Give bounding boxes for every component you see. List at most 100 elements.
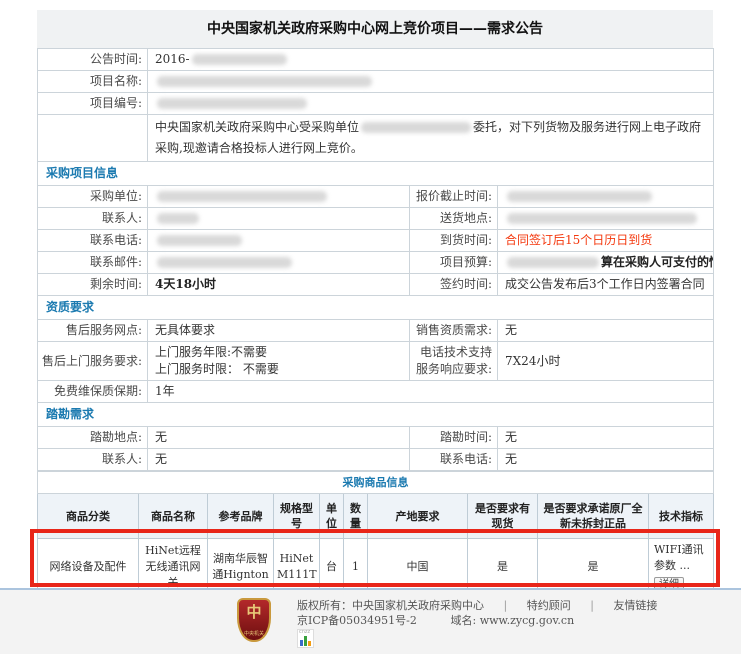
redacted-project-no xyxy=(157,98,307,109)
goods-data-row: 网络设备及配件 HiNet远程无线通讯网关 湖南华辰智通Hignton HiNe… xyxy=(38,539,714,596)
email-label: 联系邮件: xyxy=(38,252,148,274)
delivery-time-label: 到货时间: xyxy=(410,230,498,252)
section-survey: 踏勘需求 xyxy=(38,403,714,427)
domain-text: 域名: www.zycg.gov.cn xyxy=(451,614,575,627)
cell-tech-spec: WIFI通讯参数 ... 详细 xyxy=(649,539,714,596)
col-origin: 产地要求 xyxy=(368,494,468,539)
sales-qualification-value: 无 xyxy=(498,320,714,342)
section-row: 资质要求 xyxy=(38,296,714,320)
table-row: 剩余时间: 4天18小时 签约时间: 成交公告发布后3个工作日内签署合同 xyxy=(38,274,714,296)
redacted-project-name xyxy=(157,76,372,87)
cell-unit: 台 xyxy=(320,539,344,596)
project-no-label: 项目编号: xyxy=(38,93,148,115)
budget-label: 项目预算: xyxy=(410,252,498,274)
cell-brand-new: 是 xyxy=(538,539,649,596)
sales-qualification-label: 销售资质需求: xyxy=(410,320,498,342)
cnzz-stats-badge-icon[interactable]: cnzz xyxy=(297,629,314,648)
survey-phone-label: 联系电话: xyxy=(410,449,498,471)
warranty-value: 1年 xyxy=(148,381,714,403)
cell-in-stock: 是 xyxy=(468,539,538,596)
sign-time-label: 签约时间: xyxy=(410,274,498,296)
onsite-service-label: 售后上门服务要求: xyxy=(38,342,148,381)
project-name-value xyxy=(148,71,714,93)
procurement-center-logo-icon: 中 中央机关 xyxy=(237,598,271,642)
redacted-delivery-place xyxy=(507,213,697,224)
section-project-info: 采购项目信息 xyxy=(38,162,714,186)
redacted-email xyxy=(157,257,292,268)
section-goods: 采购商品信息 xyxy=(38,472,714,494)
main-content: 中央国家机关政府采购中心网上竞价项目——需求公告 公告时间: 2016- 项目名… xyxy=(37,10,713,628)
col-category: 商品分类 xyxy=(38,494,139,539)
survey-place-value: 无 xyxy=(148,427,410,449)
goods-header-row: 商品分类 商品名称 参考品牌 规格型号 单位 数量 产地要求 是否要求有现货 是… xyxy=(38,494,714,539)
survey-contact-value: 无 xyxy=(148,449,410,471)
col-model: 规格型号 xyxy=(274,494,320,539)
footer-line3: cnzz xyxy=(297,628,657,648)
table-row: 中央国家机关政府采购中心受采购单位委托，对下列货物及服务进行网上电子政府采购,现… xyxy=(38,115,714,162)
consultant-link[interactable]: 特约顾问 xyxy=(527,599,571,612)
service-outlet-value: 无具体要求 xyxy=(148,320,410,342)
project-no-value xyxy=(148,93,714,115)
cell-model: HiNet M111T xyxy=(274,539,320,596)
col-in-stock: 是否要求有现货 xyxy=(468,494,538,539)
footer-line2: 京ICP备05034951号-2 域名: www.zycg.gov.cn xyxy=(297,613,657,628)
deadline-value xyxy=(498,186,714,208)
contact-value xyxy=(148,208,410,230)
table-row: 联系电话: 到货时间: 合同签订后15个日历日到货 xyxy=(38,230,714,252)
tech-spec-text: WIFI通讯参数 ... xyxy=(654,542,708,574)
purchaser-value xyxy=(148,186,410,208)
phone-support-value: 7X24小时 xyxy=(498,342,714,381)
onsite-line2: 上门服务时限： 不需要 xyxy=(155,361,402,378)
redacted-purchaser-name xyxy=(361,122,471,133)
col-brand-new: 是否要求承诺原厂全新未拆封正品 xyxy=(538,494,649,539)
table-row: 踏勘地点: 无 踏勘时间: 无 xyxy=(38,427,714,449)
intro-empty-label xyxy=(38,115,148,162)
icp-number: 京ICP备05034951号-2 xyxy=(297,613,447,628)
redacted-phone xyxy=(157,235,242,246)
footer: 中 中央机关 版权所有：中央国家机关政府采购中心 | 特约顾问 | 友情链接 京… xyxy=(0,588,741,654)
warranty-label: 免费维保质保期: xyxy=(38,381,148,403)
friend-links-link[interactable]: 友情链接 xyxy=(613,599,657,612)
announce-time-label: 公告时间: xyxy=(38,49,148,71)
survey-time-label: 踏勘时间: xyxy=(410,427,498,449)
page-title: 中央国家机关政府采购中心网上竞价项目——需求公告 xyxy=(37,10,713,48)
announce-time-value: 2016- xyxy=(148,49,714,71)
survey-time-value: 无 xyxy=(498,427,714,449)
cell-category: 网络设备及配件 xyxy=(38,539,139,596)
col-brand: 参考品牌 xyxy=(208,494,274,539)
copyright-text: 版权所有：中央国家机关政府采购中心 xyxy=(297,599,484,612)
stats-bar xyxy=(308,641,311,646)
budget-value: 算在采购人可支付的情况下可增加金额) xyxy=(498,252,714,274)
table-row: 联系邮件: 项目预算: 算在采购人可支付的情况下可增加金额) xyxy=(38,252,714,274)
cnzz-tag: cnzz xyxy=(299,630,310,635)
col-quantity: 数量 xyxy=(344,494,368,539)
separator: | xyxy=(504,599,508,612)
stats-bar xyxy=(304,636,307,646)
separator: | xyxy=(590,599,594,612)
remaining-time-label: 剩余时间: xyxy=(38,274,148,296)
intro-paragraph: 中央国家机关政府采购中心受采购单位委托，对下列货物及服务进行网上电子政府采购,现… xyxy=(148,115,714,162)
stats-bar xyxy=(300,640,303,646)
col-tech-spec: 技术指标 xyxy=(649,494,714,539)
delivery-time-value: 合同签订后15个日历日到货 xyxy=(498,230,714,252)
general-info-table: 公告时间: 2016- 项目名称: 项目编号: 中央国家机关政府采购中心受采购单… xyxy=(37,48,714,471)
table-row: 项目编号: xyxy=(38,93,714,115)
delivery-place-value xyxy=(498,208,714,230)
section-row: 踏勘需求 xyxy=(38,403,714,427)
redacted-budget xyxy=(507,257,599,268)
footer-line1: 版权所有：中央国家机关政府采购中心 | 特约顾问 | 友情链接 xyxy=(297,598,657,613)
intro-text-1: 中央国家机关政府采购中心受采购单位 xyxy=(155,120,359,134)
phone-label: 联系电话: xyxy=(38,230,148,252)
onsite-line1: 上门服务年限:不需要 xyxy=(155,344,402,361)
project-name-label: 项目名称: xyxy=(38,71,148,93)
redacted-announce-time xyxy=(192,54,287,65)
cell-brand: 湖南华辰智通Hignton xyxy=(208,539,274,596)
section-row: 采购项目信息 xyxy=(38,162,714,186)
footer-inner: 中 中央机关 版权所有：中央国家机关政府采购中心 | 特约顾问 | 友情链接 京… xyxy=(0,590,741,648)
redacted-deadline xyxy=(507,191,652,202)
phone-value xyxy=(148,230,410,252)
onsite-service-value: 上门服务年限:不需要 上门服务时限： 不需要 xyxy=(148,342,410,381)
col-unit: 单位 xyxy=(320,494,344,539)
phone-support-label: 电话技术支持服务响应要求: xyxy=(410,342,498,381)
survey-contact-label: 联系人: xyxy=(38,449,148,471)
